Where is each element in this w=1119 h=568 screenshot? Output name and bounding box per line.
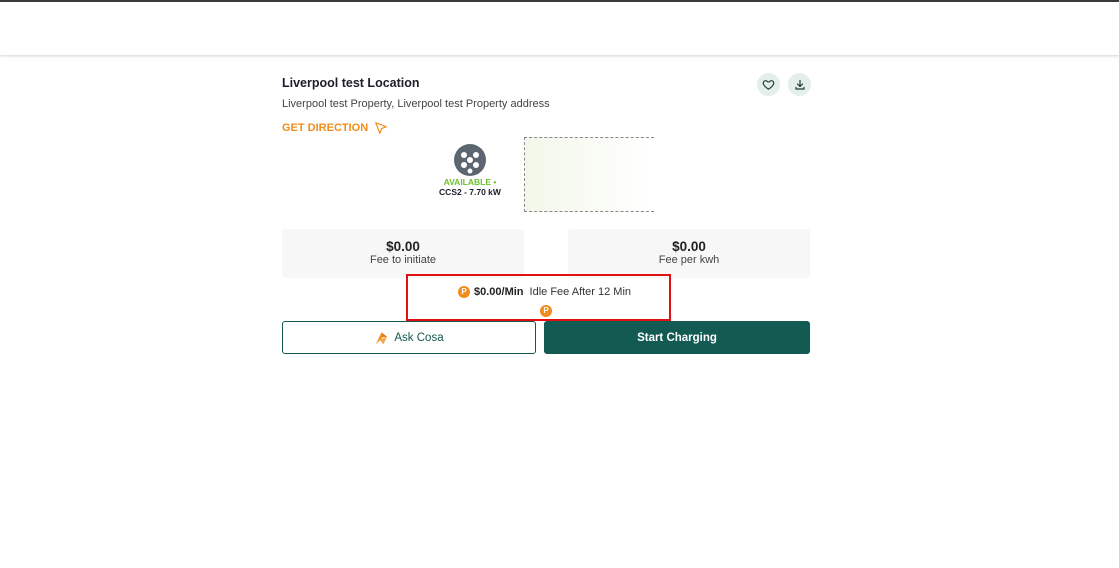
ccs2-plug-icon (454, 144, 486, 176)
download-button[interactable] (788, 73, 811, 96)
heart-icon (762, 80, 775, 90)
ask-cosa-label: Ask Cosa (394, 331, 444, 344)
get-direction-label: GET DIRECTION (282, 122, 369, 134)
get-direction-link[interactable]: GET DIRECTION (282, 121, 388, 135)
fee-per-kwh-value: $0.00 (672, 239, 706, 254)
idle-fee-value: $0.00/Min (474, 286, 524, 298)
fee-initiate-value: $0.00 (386, 239, 420, 254)
map-placeholder (524, 137, 654, 212)
start-charging-label: Start Charging (637, 331, 717, 344)
idle-fee-box: P $0.00/Min Idle Fee After 12 Min P (406, 274, 671, 321)
location-title: Liverpool test Location (282, 76, 420, 90)
idle-fee-line: P $0.00/Min Idle Fee After 12 Min (458, 286, 631, 298)
start-charging-button[interactable]: Start Charging (544, 321, 810, 354)
connector-card[interactable]: AVAILABLE • CCS2 - 7.70 kW (420, 143, 520, 197)
top-navigation-bar (0, 0, 1119, 55)
connector-type: CCS2 - 7.70 kW (439, 187, 501, 197)
fee-per-kwh-label: Fee per kwh (658, 254, 720, 266)
favorite-button[interactable] (757, 73, 780, 96)
download-icon (794, 79, 805, 90)
fee-initiate-label: Fee to initiate (369, 254, 437, 266)
location-address: Liverpool test Property, Liverpool test … (282, 98, 550, 110)
fee-per-kwh-card: $0.00 Fee per kwh (568, 229, 810, 278)
connector-status: AVAILABLE • (443, 177, 497, 187)
cosa-logo-icon (376, 331, 388, 344)
idle-fee-text: Idle Fee After 12 Min (529, 286, 632, 298)
navigation-arrow-icon (375, 122, 388, 134)
points-coin-icon: P (540, 305, 552, 317)
points-coin-icon: P (458, 286, 470, 298)
fee-initiate-card: $0.00 Fee to initiate (282, 229, 524, 278)
ask-cosa-button[interactable]: Ask Cosa (282, 321, 536, 354)
